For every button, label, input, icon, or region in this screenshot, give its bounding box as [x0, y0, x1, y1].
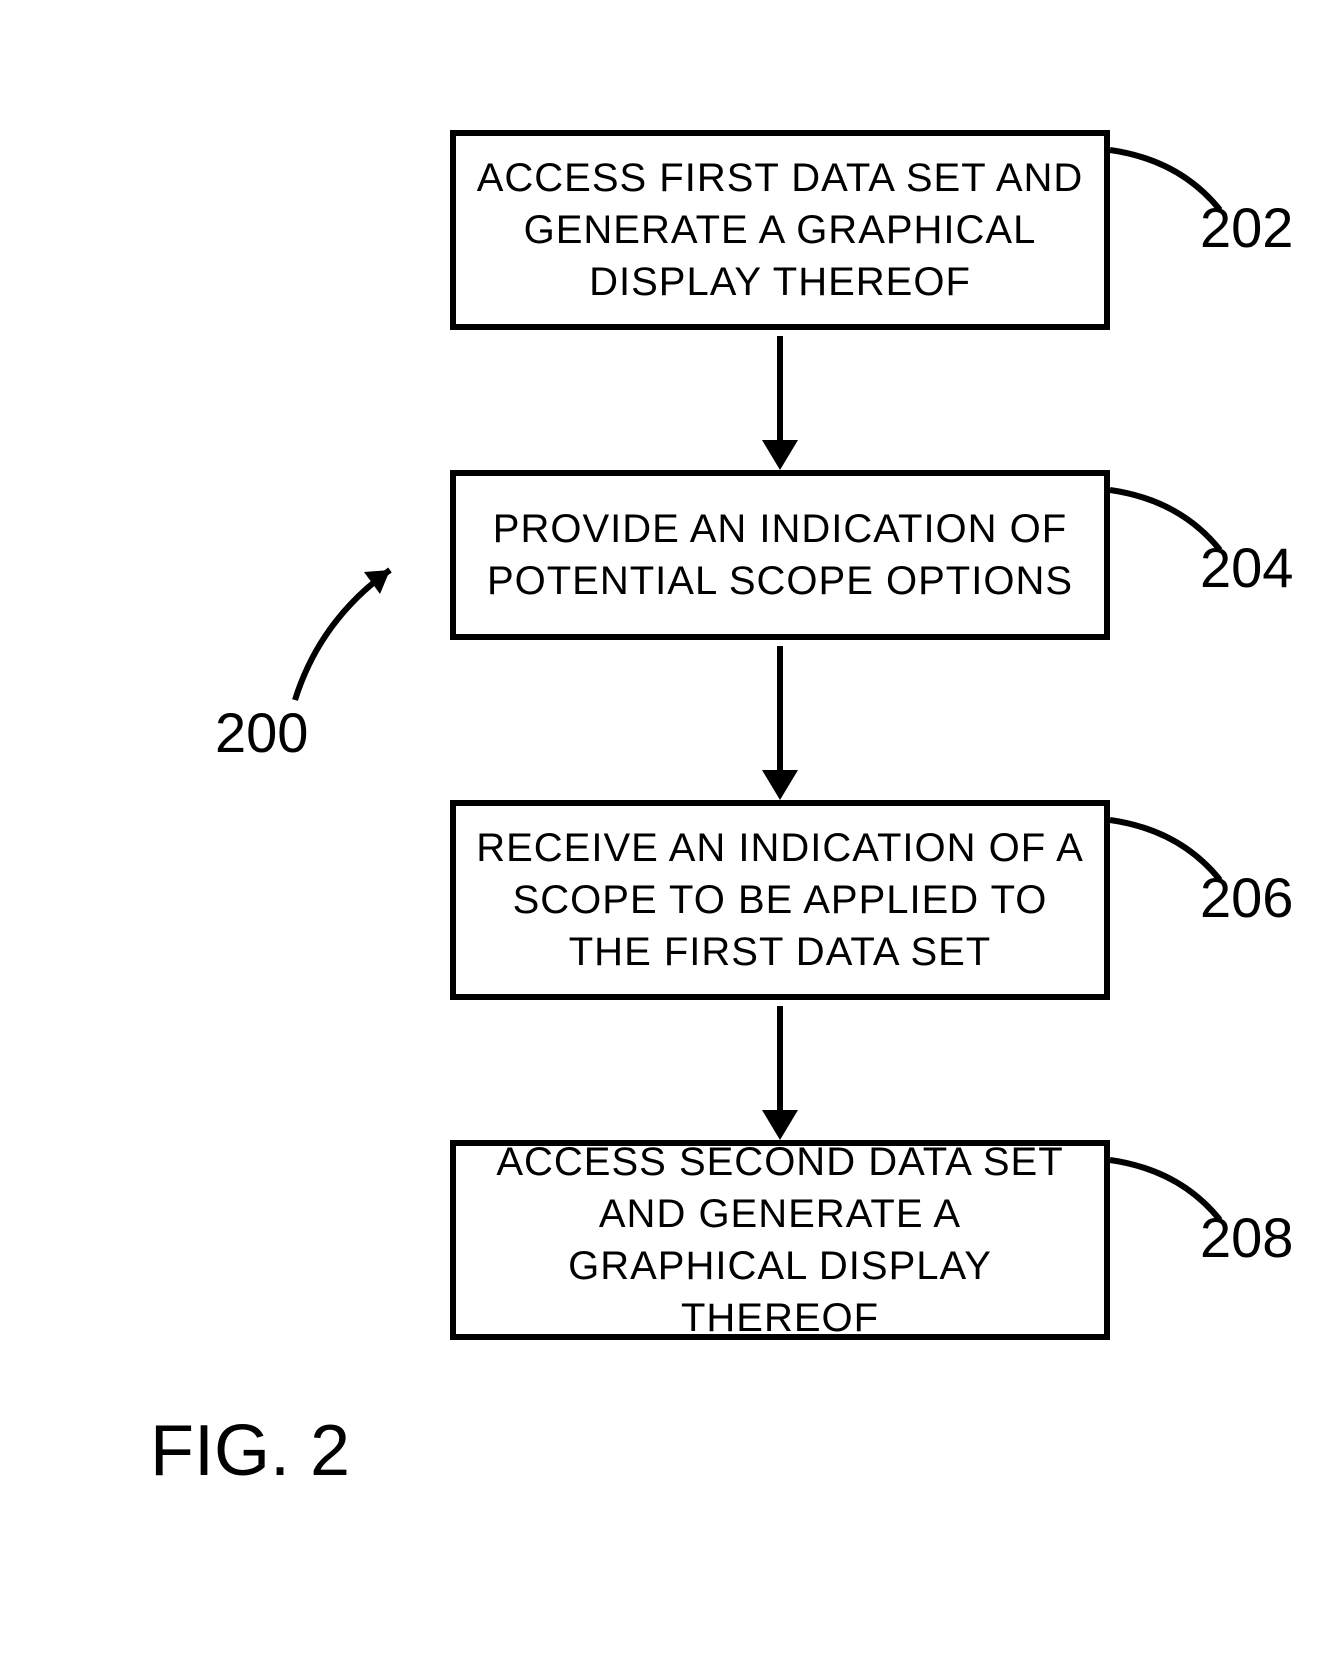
arrow-204-206 [777, 646, 783, 776]
step-text: PROVIDE AN INDICATION OF POTENTIAL SCOPE… [476, 503, 1084, 607]
arrow-206-208 [777, 1006, 783, 1116]
step-label-206: 206 [1200, 865, 1293, 930]
step-text: ACCESS FIRST DATA SET AND GENERATE A GRA… [476, 152, 1084, 308]
arrow-head-204-206 [762, 770, 798, 800]
arrow-head-202-204 [762, 440, 798, 470]
step-label-208: 208 [1200, 1205, 1293, 1270]
flow-step-202: ACCESS FIRST DATA SET AND GENERATE A GRA… [450, 130, 1110, 330]
step-label-204: 204 [1200, 535, 1293, 600]
flow-step-208: ACCESS SECOND DATA SET AND GENERATE A GR… [450, 1140, 1110, 1340]
figure-canvas: ACCESS FIRST DATA SET AND GENERATE A GRA… [0, 0, 1340, 1664]
flow-step-206: RECEIVE AN INDICATION OF A SCOPE TO BE A… [450, 800, 1110, 1000]
flow-step-204: PROVIDE AN INDICATION OF POTENTIAL SCOPE… [450, 470, 1110, 640]
step-label-202: 202 [1200, 195, 1293, 260]
arrow-202-204 [777, 336, 783, 446]
figure-caption: FIG. 2 [150, 1410, 350, 1492]
step-text: ACCESS SECOND DATA SET AND GENERATE A GR… [476, 1136, 1084, 1344]
ref-arrow-200 [280, 560, 420, 710]
step-text: RECEIVE AN INDICATION OF A SCOPE TO BE A… [476, 822, 1084, 978]
